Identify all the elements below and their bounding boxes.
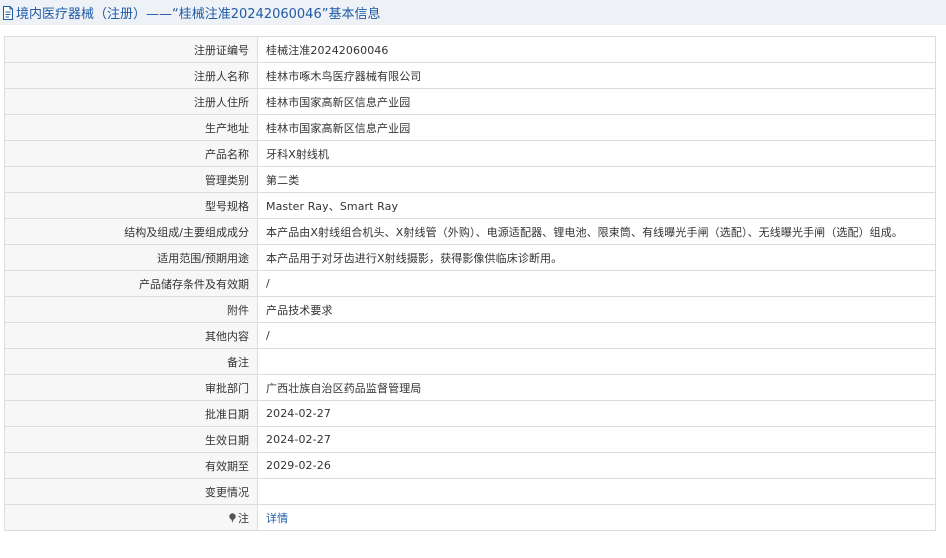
field-label: 适用范围/预期用途 bbox=[4, 244, 258, 271]
field-value bbox=[257, 348, 936, 375]
field-label: 生效日期 bbox=[4, 426, 258, 453]
field-value: 桂械注准20242060046 bbox=[257, 36, 936, 63]
field-label: 生产地址 bbox=[4, 114, 258, 141]
field-label: 型号规格 bbox=[4, 192, 258, 219]
note-label: 注 bbox=[238, 511, 249, 525]
field-label: 注册人名称 bbox=[4, 62, 258, 89]
table-row: 审批部门 广西壮族自治区药品监督管理局 bbox=[4, 374, 936, 401]
field-label: 结构及组成/主要组成成分 bbox=[4, 218, 258, 245]
pin-icon bbox=[228, 512, 237, 523]
field-label: 产品储存条件及有效期 bbox=[4, 270, 258, 297]
info-table-body: 注册证编号 桂械注准20242060046 注册人名称 桂林市啄木鸟医疗器械有限公司注… bbox=[4, 36, 936, 531]
field-value: Master Ray、Smart Ray bbox=[257, 192, 936, 219]
table-row: 批准日期 2024-02-27 bbox=[4, 400, 936, 427]
field-label: 有效期至 bbox=[4, 452, 258, 479]
table-row: 型号规格 Master Ray、Smart Ray bbox=[4, 192, 936, 219]
table-row: 产品储存条件及有效期 / bbox=[4, 270, 936, 297]
table-row: 生产地址 桂林市国家高新区信息产业园 bbox=[4, 114, 936, 141]
field-value: 2029-02-26 bbox=[257, 452, 936, 479]
field-label: 产品名称 bbox=[4, 140, 258, 167]
field-label: 变更情况 bbox=[4, 478, 258, 505]
table-row: 管理类别 第二类 bbox=[4, 166, 936, 193]
table-row: 有效期至 2029-02-26 bbox=[4, 452, 936, 479]
details-link[interactable]: 详情 bbox=[266, 512, 288, 525]
field-value bbox=[257, 478, 936, 505]
table-row: 备注 bbox=[4, 348, 936, 375]
table-row: 产品名称 牙科X射线机 bbox=[4, 140, 936, 167]
field-value: 桂林市国家高新区信息产业园 bbox=[257, 114, 936, 141]
field-value: 桂林市啄木鸟医疗器械有限公司 bbox=[257, 62, 936, 89]
note-label-cell: 注 bbox=[4, 504, 258, 531]
field-value: 桂林市国家高新区信息产业园 bbox=[257, 88, 936, 115]
field-label: 备注 bbox=[4, 348, 258, 375]
field-label: 注册人住所 bbox=[4, 88, 258, 115]
field-value: 本产品用于对牙齿进行X射线摄影，获得影像供临床诊断用。 bbox=[257, 244, 936, 271]
note-value-cell: 详情 bbox=[257, 504, 936, 531]
note-row: 注 详情 bbox=[4, 504, 936, 531]
table-row: 附件 产品技术要求 bbox=[4, 296, 936, 323]
page-header: 境内医疗器械（注册）——“桂械注准20242060046”基本信息 bbox=[0, 0, 946, 25]
table-row: 变更情况 bbox=[4, 478, 936, 505]
field-label: 管理类别 bbox=[4, 166, 258, 193]
table-row: 适用范围/预期用途 本产品用于对牙齿进行X射线摄影，获得影像供临床诊断用。 bbox=[4, 244, 936, 271]
field-value: 广西壮族自治区药品监督管理局 bbox=[257, 374, 936, 401]
table-row: 注册人名称 桂林市啄木鸟医疗器械有限公司 bbox=[4, 62, 936, 89]
field-value: 2024-02-27 bbox=[257, 400, 936, 427]
field-label: 注册证编号 bbox=[4, 36, 258, 63]
document-icon bbox=[2, 5, 14, 20]
field-label: 其他内容 bbox=[4, 322, 258, 349]
table-row: 其他内容 / bbox=[4, 322, 936, 349]
field-label: 批准日期 bbox=[4, 400, 258, 427]
table-row: 注册人住所 桂林市国家高新区信息产业园 bbox=[4, 88, 936, 115]
field-value: 产品技术要求 bbox=[257, 296, 936, 323]
info-table: 注册证编号 桂械注准20242060046 注册人名称 桂林市啄木鸟医疗器械有限公司注… bbox=[4, 36, 936, 531]
table-row: 生效日期 2024-02-27 bbox=[4, 426, 936, 453]
field-value: 2024-02-27 bbox=[257, 426, 936, 453]
field-value: 第二类 bbox=[257, 166, 936, 193]
field-value: 牙科X射线机 bbox=[257, 140, 936, 167]
page-title: 境内医疗器械（注册）——“桂械注准20242060046”基本信息 bbox=[16, 7, 381, 22]
field-value: / bbox=[257, 322, 936, 349]
field-value: / bbox=[257, 270, 936, 297]
field-value: 本产品由X射线组合机头、X射线管（外购）、电源适配器、锂电池、限束筒、有线曝光手… bbox=[257, 218, 936, 245]
field-label: 审批部门 bbox=[4, 374, 258, 401]
field-label: 附件 bbox=[4, 296, 258, 323]
table-row: 注册证编号 桂械注准20242060046 bbox=[4, 36, 936, 63]
table-row: 结构及组成/主要组成成分 本产品由X射线组合机头、X射线管（外购）、电源适配器、锂… bbox=[4, 218, 936, 245]
